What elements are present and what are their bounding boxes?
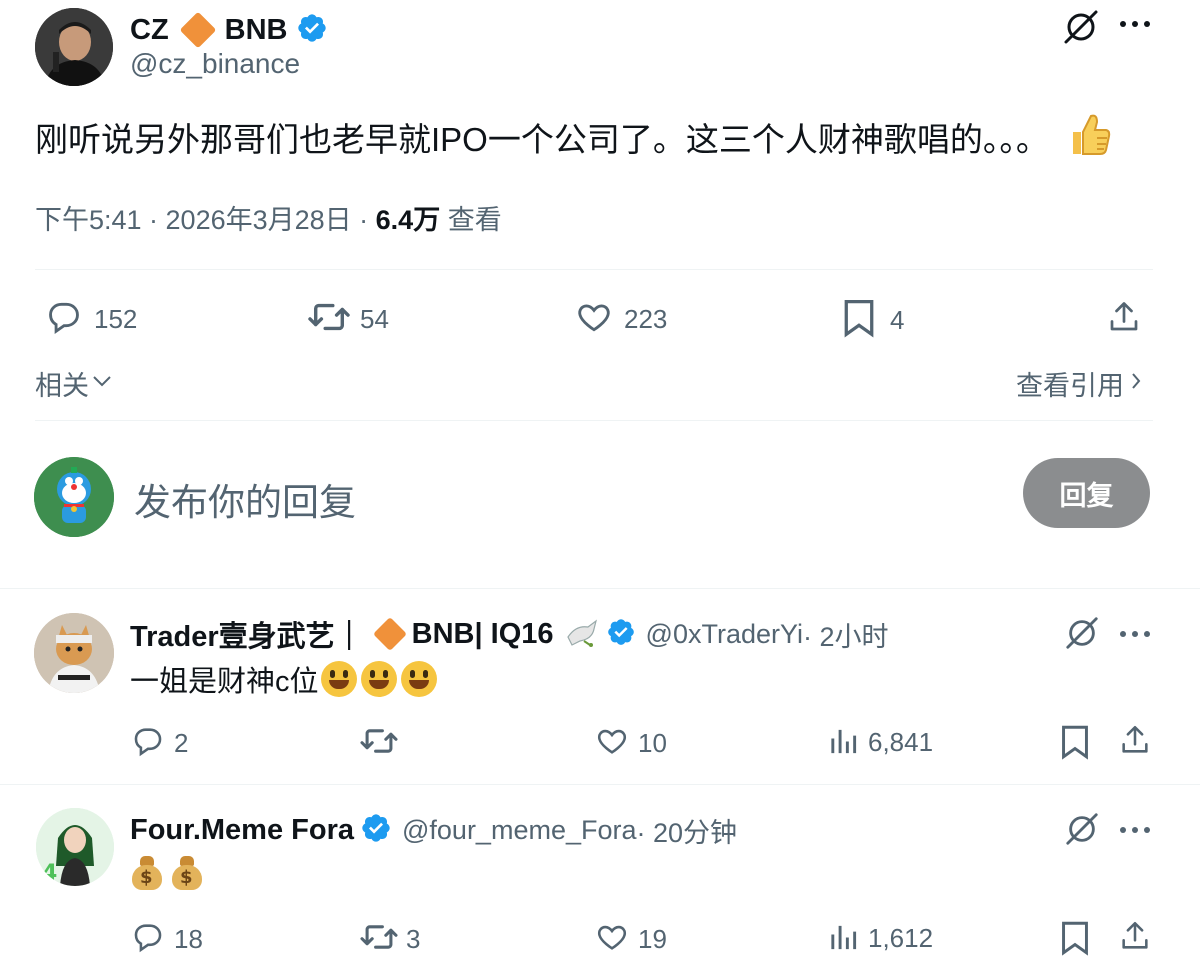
more-options-icon[interactable]: [1118, 824, 1152, 836]
share-icon[interactable]: [1118, 722, 1152, 763]
bookmark-icon: [842, 298, 876, 343]
like-icon: [594, 920, 630, 959]
retweet-icon: [306, 298, 352, 341]
chevron-down-icon: [91, 374, 113, 393]
reply-text: 一姐是财神c位: [130, 666, 319, 698]
reply-icon: [130, 920, 166, 959]
reply-timestamp[interactable]: · 20分钟: [637, 811, 738, 850]
reply-action[interactable]: 2: [130, 724, 188, 763]
grinning-face-icon: [320, 661, 441, 697]
verified-badge-icon: [360, 812, 392, 849]
author-handle[interactable]: @four_meme_Fora: [402, 815, 637, 846]
like-count: 19: [638, 924, 667, 954]
avatar[interactable]: [35, 8, 113, 86]
divider: [35, 420, 1153, 421]
avatar[interactable]: [34, 457, 114, 537]
divider: [0, 784, 1200, 785]
views-action[interactable]: 1,612: [828, 920, 933, 957]
reply-count: 152: [94, 304, 138, 334]
like-icon: [594, 724, 630, 763]
money-bag-icon: $ $: [130, 856, 210, 890]
retweet-action[interactable]: 3: [358, 920, 420, 959]
views-action[interactable]: 6,841: [828, 724, 933, 761]
like-action[interactable]: 223: [574, 298, 667, 341]
grok-icon[interactable]: [1064, 615, 1100, 651]
author-name[interactable]: CZ: [130, 14, 169, 47]
author-handle[interactable]: @0xTraderYi: [646, 619, 803, 650]
retweet-icon: [358, 920, 400, 959]
share-icon[interactable]: [1106, 298, 1142, 341]
more-options-icon[interactable]: [1118, 628, 1152, 640]
bookmark-icon[interactable]: [1060, 724, 1090, 765]
analytics-icon: [828, 724, 858, 761]
author-name[interactable]: Trader壹身武艺｜: [130, 613, 364, 655]
view-count: 6,841: [868, 727, 934, 757]
reply-timestamp[interactable]: · 2小时: [803, 615, 889, 654]
reply-count: 18: [174, 924, 203, 954]
reply-input[interactable]: 发布你的回复: [134, 472, 356, 526]
author-name-suffix[interactable]: BNB: [225, 14, 288, 47]
view-count[interactable]: 6.4万: [376, 205, 441, 235]
svg-text:4: 4: [42, 861, 57, 886]
grok-icon[interactable]: [1062, 8, 1100, 46]
tweet-text: 刚听说另外那哥们也老早就IPO一个公司了。这三个人财神歌唱的。。。: [35, 120, 1049, 158]
like-action[interactable]: 10: [594, 724, 667, 763]
like-count: 10: [638, 728, 667, 758]
avatar[interactable]: 4: [36, 808, 114, 886]
bookmark-action[interactable]: 4: [842, 298, 904, 343]
bookmark-count: 4: [890, 305, 905, 335]
retweet-count: 3: [406, 924, 421, 954]
like-action[interactable]: 19: [594, 920, 667, 959]
reply-button[interactable]: 回复: [1023, 458, 1150, 528]
chevron-right-icon: [1130, 370, 1142, 397]
like-icon: [574, 298, 614, 341]
view-quotes-link[interactable]: 查看引用: [1016, 364, 1142, 403]
retweet-action[interactable]: [358, 724, 408, 763]
like-count: 223: [624, 304, 668, 334]
reply-icon: [130, 724, 166, 763]
verified-badge-icon: [296, 12, 328, 49]
retweet-action[interactable]: 54: [306, 298, 389, 341]
retweet-count: 54: [360, 304, 389, 334]
author-handle[interactable]: @cz_binance: [130, 48, 300, 80]
author-name-suffix[interactable]: BNB| IQ16: [412, 618, 554, 651]
related-toggle[interactable]: 相关: [35, 364, 113, 403]
reply-action[interactable]: 18: [130, 920, 203, 959]
dove-icon: [564, 617, 600, 652]
grok-icon[interactable]: [1064, 811, 1100, 847]
related-label: 相关: [35, 371, 89, 401]
view-quotes-label: 查看引用: [1016, 371, 1124, 401]
author-name[interactable]: Four.Meme Fora: [130, 814, 354, 847]
bnb-diamond-icon: [372, 617, 407, 651]
divider: [35, 269, 1153, 270]
tweet-timestamp[interactable]: 下午5:41 · 2026年3月28日 ·: [35, 205, 376, 235]
bookmark-icon[interactable]: [1060, 920, 1090, 961]
reply-action[interactable]: 152: [44, 298, 137, 341]
avatar[interactable]: [34, 613, 114, 693]
analytics-icon: [828, 920, 858, 957]
more-options-icon[interactable]: [1118, 18, 1152, 30]
reply-count: 2: [174, 728, 189, 758]
bnb-diamond-icon: [179, 11, 217, 49]
view-count-label: 查看: [440, 205, 502, 235]
divider: [0, 588, 1200, 589]
verified-badge-icon: [606, 617, 636, 652]
reply-icon: [44, 298, 84, 341]
view-count: 1,612: [868, 923, 934, 953]
retweet-icon: [358, 724, 400, 763]
thumbs-up-icon: [1069, 112, 1111, 161]
share-icon[interactable]: [1118, 918, 1152, 959]
